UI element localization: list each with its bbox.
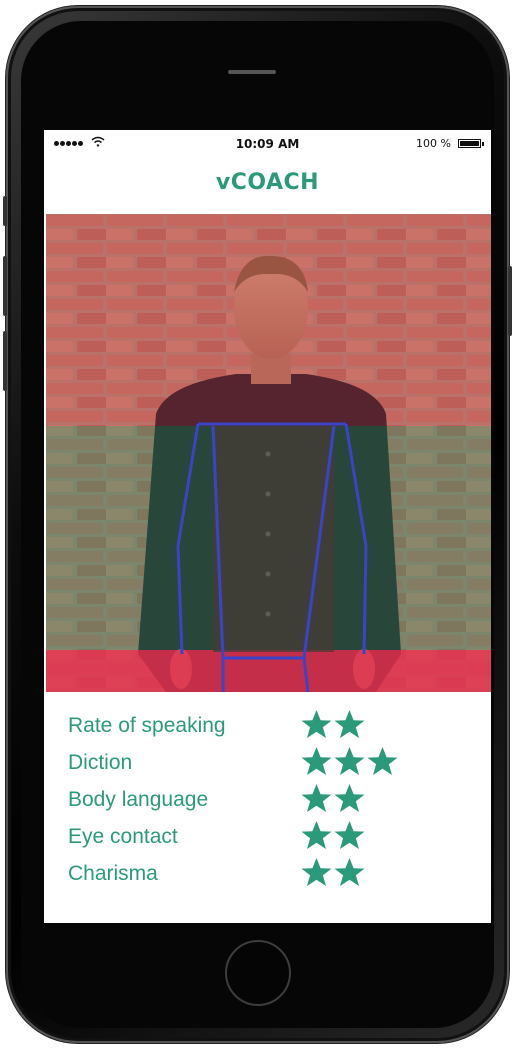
battery-icon xyxy=(458,139,484,148)
metric-label: Rate of speaking xyxy=(68,714,226,737)
status-bar: 10:09 AM 100 % xyxy=(44,130,491,158)
star-rating xyxy=(300,819,366,852)
star-icon xyxy=(301,747,332,775)
star-icon xyxy=(301,821,332,849)
metric-row: Diction xyxy=(68,747,468,784)
star-rating xyxy=(300,708,366,741)
star-icon xyxy=(301,784,332,812)
power-button xyxy=(508,266,512,336)
star-rating xyxy=(300,782,366,815)
earpiece-speaker xyxy=(228,70,276,74)
metric-row: Rate of speaking xyxy=(68,710,468,747)
star-icon xyxy=(301,858,332,886)
metric-label: Body language xyxy=(68,788,209,811)
volume-up-button xyxy=(3,256,7,316)
star-icon xyxy=(334,821,365,849)
pose-skeleton-overlay xyxy=(176,422,368,692)
star-icon xyxy=(334,710,365,738)
star-icon xyxy=(301,710,332,738)
star-rating xyxy=(300,856,366,889)
metrics-list: Rate of speaking Diction Body language Eye … xyxy=(68,710,468,895)
star-icon xyxy=(334,784,365,812)
home-button[interactable] xyxy=(225,940,291,1006)
video-feed[interactable] xyxy=(46,214,491,692)
app-title: vCOACH xyxy=(215,170,320,195)
mute-switch xyxy=(3,196,7,226)
volume-down-button xyxy=(3,331,7,391)
metric-row: Body language xyxy=(68,784,468,821)
metric-label: Eye contact xyxy=(68,825,178,848)
star-icon xyxy=(367,747,398,775)
star-rating xyxy=(300,745,399,778)
metric-row: Charisma xyxy=(68,858,468,895)
star-icon xyxy=(334,858,365,886)
star-icon xyxy=(334,747,365,775)
metric-label: Diction xyxy=(68,751,133,774)
metric-label: Charisma xyxy=(68,862,158,885)
app-screen: 10:09 AM 100 % vCOACH Rate of speaking D… xyxy=(44,130,491,923)
battery-percentage: 100 % xyxy=(416,137,451,150)
metric-row: Eye contact xyxy=(68,821,468,858)
